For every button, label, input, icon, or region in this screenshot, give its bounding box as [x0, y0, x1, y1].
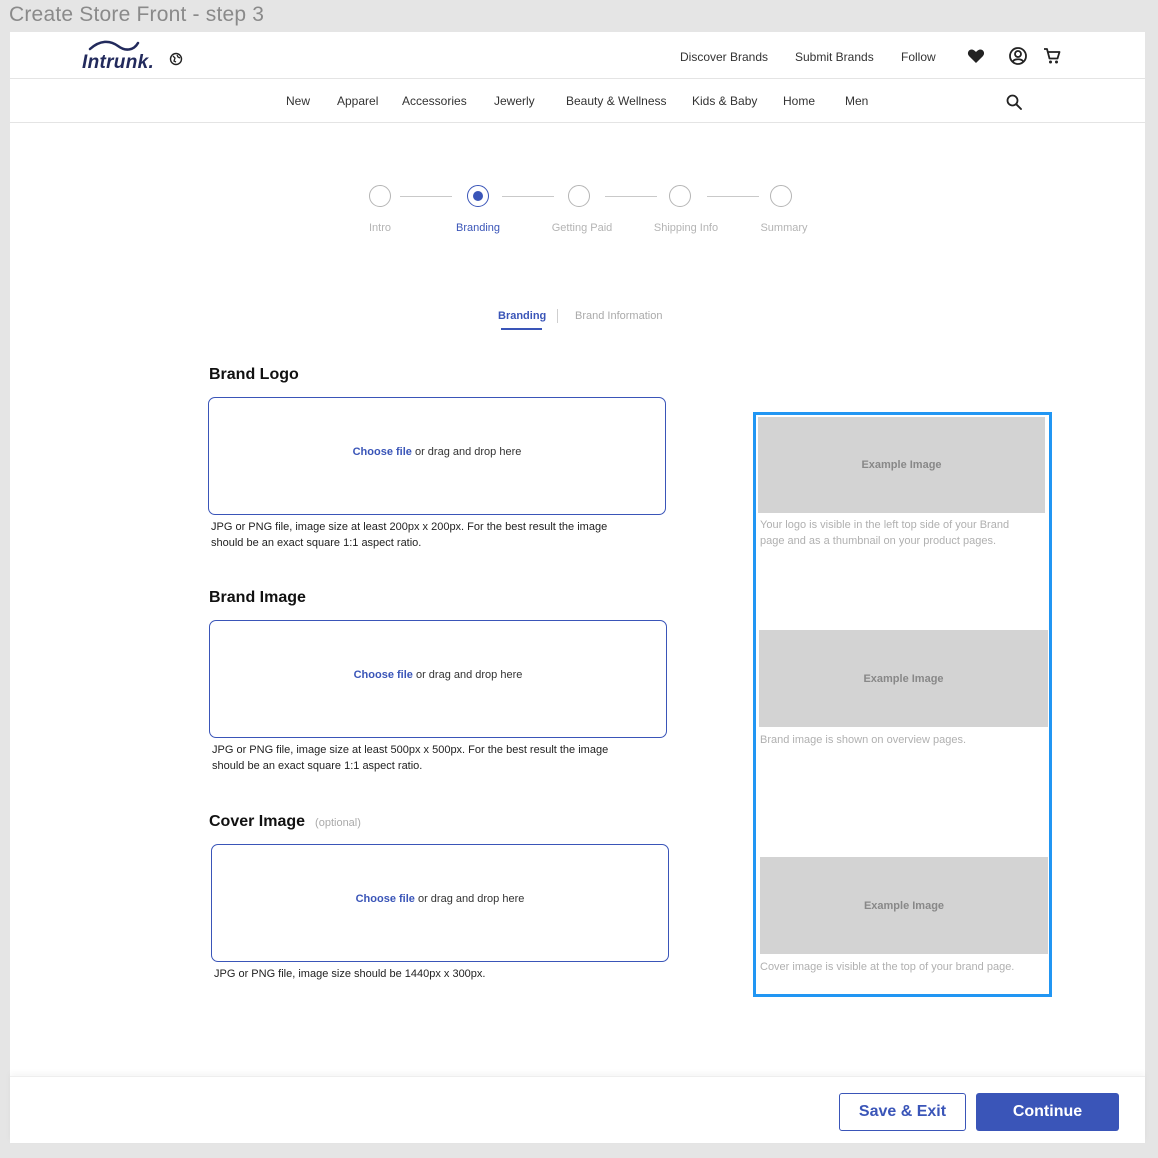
nav-item-beauty-wellness[interactable]: Beauty & Wellness	[566, 94, 667, 108]
nav-item-new[interactable]: New	[286, 94, 310, 108]
example-image-cover: Example Image	[760, 857, 1048, 954]
nav-item-men[interactable]: Men	[845, 94, 868, 108]
example-caption-logo: Your logo is visible in the left top sid…	[760, 519, 1010, 547]
step-summary-circle[interactable]	[770, 185, 792, 207]
cover-image-title: Cover Image	[209, 813, 306, 830]
nav-item-accessories[interactable]: Accessories	[402, 94, 467, 108]
step-getting-paid-circle[interactable]	[568, 185, 590, 207]
step-connector	[605, 196, 657, 197]
intrunk-logo[interactable]: Intrunk.	[82, 38, 162, 74]
example-caption-cover: Cover image is visible at the top of you…	[760, 961, 1015, 973]
top-header: Intrunk. Discover Brands Submit Brands F…	[10, 32, 1145, 79]
optional-label: (optional)	[315, 817, 361, 829]
step-connector	[707, 196, 759, 197]
cover-image-heading: Cover Image (optional)	[209, 813, 361, 831]
store-front-page: Intrunk. Discover Brands Submit Brands F…	[10, 32, 1145, 1143]
step-shipping-info-circle[interactable]	[669, 185, 691, 207]
example-images-panel: Example Image Your logo is visible in th…	[753, 412, 1052, 997]
tab-divider	[557, 309, 558, 323]
example-caption-brand: Brand image is shown on overview pages.	[760, 734, 967, 746]
brand-image-dropzone[interactable]: Choose file or drag and drop here	[209, 620, 667, 738]
brand-image-choose-file-link[interactable]: Choose file	[354, 669, 413, 681]
brand-image-help-text: JPG or PNG file, image size at least 500…	[212, 744, 609, 772]
step-label-summary: Summary	[760, 222, 808, 234]
cover-image-dropzone[interactable]: Choose file or drag and drop here	[211, 844, 669, 962]
brand-logo-choose-file-link[interactable]: Choose file	[353, 446, 412, 458]
search-icon[interactable]	[1005, 93, 1023, 111]
cover-image-choose-file-link[interactable]: Choose file	[356, 893, 415, 905]
nav-item-kids-baby[interactable]: Kids & Baby	[692, 94, 757, 108]
cover-image-help-text: JPG or PNG file, image size should be 14…	[214, 968, 486, 980]
frame-title: Create Store Front - step 3	[9, 3, 265, 26]
submit-brands-link[interactable]: Submit Brands	[795, 50, 874, 64]
step-connector	[400, 196, 452, 197]
brand-logo-heading: Brand Logo	[209, 366, 299, 384]
step-label-intro: Intro	[368, 222, 392, 234]
example-image-logo: Example Image	[758, 417, 1045, 513]
example-image-brand: Example Image	[759, 630, 1048, 727]
nav-item-apparel[interactable]: Apparel	[337, 94, 378, 108]
nav-item-jewerly[interactable]: Jewerly	[494, 94, 535, 108]
globe-icon[interactable]	[169, 52, 183, 66]
account-icon[interactable]	[1008, 46, 1028, 66]
active-tab-indicator	[501, 328, 542, 330]
nav-item-home[interactable]: Home	[783, 94, 815, 108]
step-connector	[502, 196, 554, 197]
step-branding-circle[interactable]	[467, 185, 489, 207]
step-label-getting-paid: Getting Paid	[551, 222, 613, 234]
footer-actions: Save & Exit Continue	[10, 1076, 1145, 1143]
category-nav: New Apparel Accessories Jewerly Beauty &…	[10, 79, 1145, 123]
logo-wave-icon	[88, 40, 140, 51]
step-label-branding: Branding	[455, 222, 501, 234]
brand-logo-dropzone[interactable]: Choose file or drag and drop here	[208, 397, 666, 515]
heart-icon[interactable]	[966, 46, 986, 66]
tab-brand-information[interactable]: Brand Information	[575, 310, 662, 322]
brand-image-heading: Brand Image	[209, 589, 306, 607]
discover-brands-link[interactable]: Discover Brands	[680, 50, 768, 64]
drop-hint: or drag and drop here	[412, 669, 523, 681]
step-intro-circle[interactable]	[369, 185, 391, 207]
drop-hint: or drag and drop here	[411, 446, 522, 458]
save-exit-button[interactable]: Save & Exit	[839, 1093, 966, 1131]
follow-link[interactable]: Follow	[901, 50, 936, 64]
brand-logo-help-text: JPG or PNG file, image size at least 200…	[211, 521, 608, 549]
tab-branding[interactable]: Branding	[498, 310, 546, 322]
cart-icon[interactable]	[1042, 46, 1062, 66]
brand-image-title: Brand Image	[209, 589, 306, 606]
drop-hint: or drag and drop here	[414, 893, 525, 905]
logo-text: Intrunk.	[82, 52, 155, 73]
step-label-shipping-info: Shipping Info	[653, 222, 719, 234]
brand-logo-title: Brand Logo	[209, 366, 299, 383]
continue-button[interactable]: Continue	[976, 1093, 1119, 1131]
